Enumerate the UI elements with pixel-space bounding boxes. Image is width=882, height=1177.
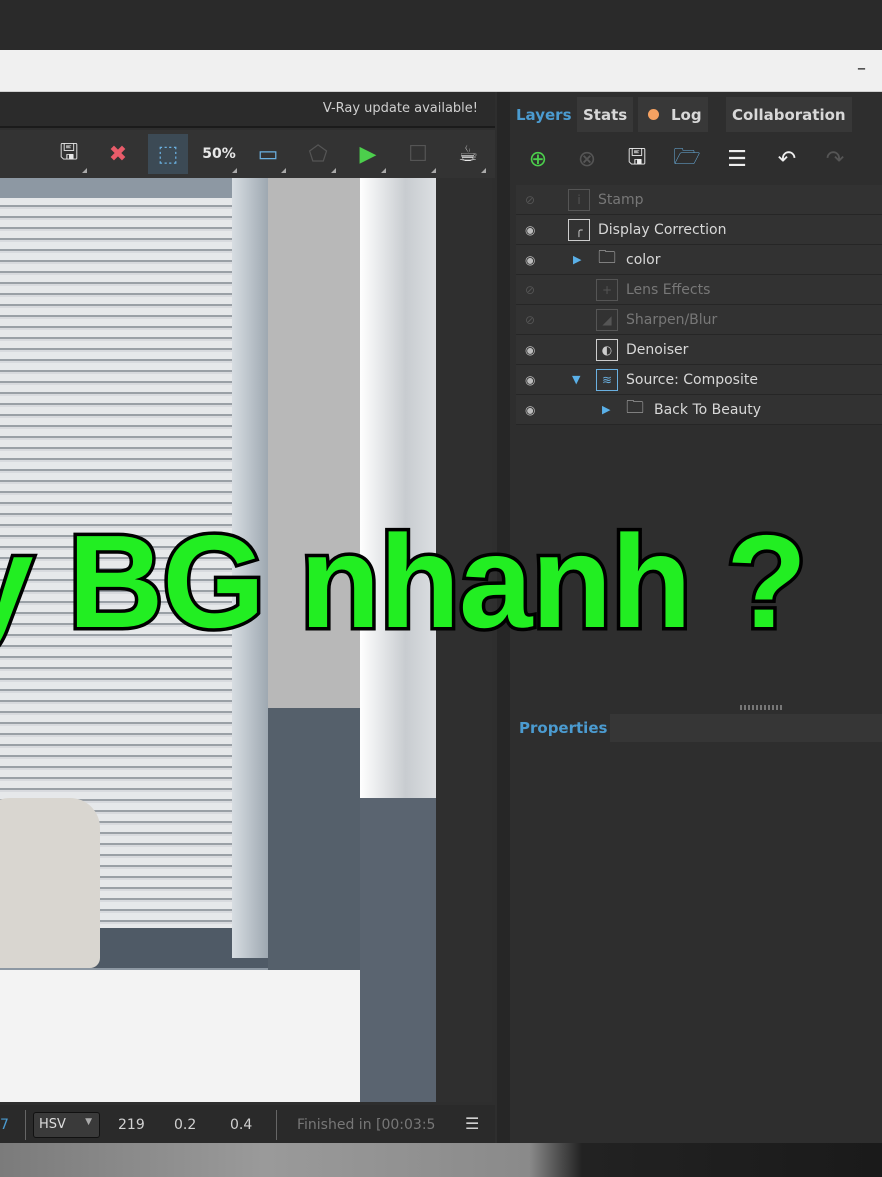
chair (0, 798, 100, 968)
saturation-value: 0.2 (174, 1117, 197, 1133)
background-photo (0, 1143, 882, 1177)
render-interactive-icon: ▶ (359, 141, 377, 167)
track-mouse-button[interactable]: ⬠ (298, 134, 338, 174)
chevron-down-icon: ▼ (85, 1117, 92, 1127)
expand-arrow-icon[interactable]: ▶ (602, 403, 610, 416)
minimize-button[interactable]: – (857, 58, 866, 79)
eye-off-icon[interactable]: ⊘ (525, 313, 535, 327)
tab-layers[interactable]: Layers (510, 97, 578, 132)
window-icon: ▭ (257, 141, 279, 167)
eye-off-icon[interactable]: ⊘ (525, 283, 535, 297)
track-mouse-icon: ⬠ (308, 141, 328, 167)
layer-display-correction[interactable]: ◉ ╭ Display Correction (516, 215, 882, 245)
table (0, 970, 360, 1102)
layer-label: Stamp (598, 191, 644, 208)
divider (276, 1110, 277, 1140)
hue-value: 219 (118, 1117, 145, 1133)
folder-icon: 🗀 (598, 246, 616, 268)
layer-stamp[interactable]: ⊘ i Stamp (516, 185, 882, 215)
load-layers-icon[interactable]: 🗁 (667, 142, 707, 176)
layer-source-composite[interactable]: ◉ ▼ ≋ Source: Composite (516, 365, 882, 395)
curve-icon: ╭ (568, 218, 590, 241)
layer-back-to-beauty[interactable]: ◉ ▶ 🗀 Back To Beauty (516, 395, 882, 425)
redo-icon[interactable]: ↷ (815, 142, 855, 176)
layer-label: color (626, 251, 661, 268)
eye-icon[interactable]: ◉ (525, 223, 535, 237)
tab-stats[interactable]: Stats (577, 97, 634, 132)
save-layers-icon[interactable]: 🖫 (617, 142, 657, 176)
layer-label: Sharpen/Blur (626, 311, 718, 328)
layer-lens-effects[interactable]: ⊘ + Lens Effects (516, 275, 882, 305)
stamp-icon: i (568, 188, 590, 211)
stop-render-button[interactable]: ☐ (398, 134, 438, 174)
status-value: 7 (0, 1117, 9, 1133)
add-layer-icon[interactable]: ⊕ (518, 142, 558, 176)
top-bar (0, 0, 882, 50)
layer-label: Display Correction (598, 221, 727, 238)
resize-grip[interactable] (740, 705, 782, 710)
layer-label: Source: Composite (626, 371, 758, 388)
update-notice[interactable]: V-Ray update available! (323, 101, 478, 116)
expand-arrow-icon[interactable]: ▶ (573, 253, 581, 266)
render-interactive-button[interactable]: ▶ (348, 134, 388, 174)
folder-icon: 🗀 (626, 396, 644, 418)
sharpen-icon: ◢ (596, 308, 618, 331)
window-button[interactable]: ▭ (248, 134, 288, 174)
layer-sharpen-blur[interactable]: ⊘ ◢ Sharpen/Blur (516, 305, 882, 335)
tab-collaboration[interactable]: Collaboration (726, 97, 852, 132)
eye-icon[interactable]: ◉ (525, 403, 535, 417)
save-button[interactable]: 🖫 (49, 134, 89, 174)
undo-icon[interactable]: ↶ (767, 142, 807, 176)
layer-denoiser[interactable]: ◉ ◐ Denoiser (516, 335, 882, 365)
overlay-caption: y BG nhanh ? (0, 505, 811, 659)
save-icon: 🖫 (59, 140, 79, 165)
delete-layer-icon[interactable]: ⊗ (567, 142, 607, 176)
zoom-50-icon: 50% (202, 146, 236, 162)
clear-image-button[interactable]: ✖ (98, 134, 138, 174)
divider (25, 1110, 26, 1140)
color-mode-select[interactable]: HSV ▼ (33, 1112, 100, 1138)
render-teapot-icon: ☕ (458, 141, 478, 167)
composite-icon: ≋ (596, 368, 618, 391)
title-bar (0, 50, 882, 92)
denoiser-icon: ◐ (596, 338, 618, 361)
render-status: Finished in [00:03:5 (297, 1117, 436, 1133)
pillar-shadow (360, 798, 436, 1102)
value-value: 0.4 (230, 1117, 253, 1133)
region-render-button[interactable]: ⬚ (148, 134, 188, 174)
eye-off-icon[interactable]: ⊘ (525, 193, 535, 207)
region-render-icon: ⬚ (157, 141, 179, 167)
properties-title: Properties (519, 719, 608, 737)
log-notification-dot (648, 109, 659, 120)
layer-label: Lens Effects (626, 281, 711, 298)
layer-label: Back To Beauty (654, 401, 762, 418)
layer-color[interactable]: ◉ ▶ 🗀 color (516, 245, 882, 275)
clear-image-icon: ✖ (108, 141, 128, 167)
lens-effects-icon: + (596, 278, 618, 301)
stop-render-icon: ☐ (408, 141, 428, 167)
tab-log-label: Log (671, 106, 702, 124)
render-button[interactable]: ☕ (448, 134, 488, 174)
layer-label: Denoiser (626, 341, 689, 358)
collapse-arrow-icon[interactable]: ▼ (572, 373, 580, 386)
properties-bar (610, 714, 882, 742)
zoom-50-button[interactable]: 50% (199, 134, 239, 174)
eye-icon[interactable]: ◉ (525, 253, 535, 267)
log-toggle-icon[interactable]: ☰ (465, 1114, 479, 1133)
color-mode-value: HSV (39, 1117, 66, 1132)
tab-log[interactable]: Log (638, 97, 708, 132)
eye-icon[interactable]: ◉ (525, 373, 535, 387)
eye-icon[interactable]: ◉ (525, 343, 535, 357)
list-icon[interactable]: ☰ (717, 142, 757, 176)
